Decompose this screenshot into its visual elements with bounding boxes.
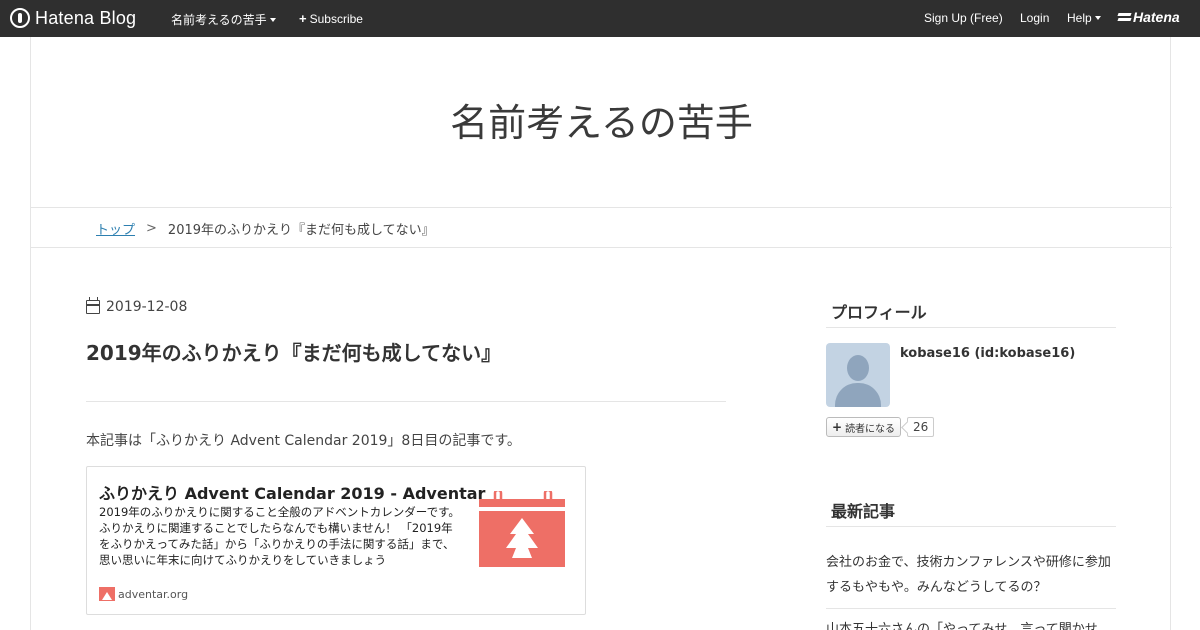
signup-link[interactable]: Sign Up (Free) [924,11,1003,25]
recent-entries-heading: 最新記事 [826,498,1116,527]
hatena-blog-logo[interactable]: Hatena Blog [10,8,136,28]
header-divider [31,207,1172,208]
entry-intro: 本記事は「ふりかえり Advent Calendar 2019」8日目の記事です… [86,433,521,449]
plus-icon: + [299,11,307,26]
login-link[interactable]: Login [1020,11,1049,25]
hatena-mark-icon [1118,12,1131,22]
blog-container: 名前考えるの苦手 トップ > 2019年のふりかえり『まだ何も成してない』 20… [30,37,1172,630]
blog-menu-label: 名前考えるの苦手 [171,13,267,27]
entry-date-text: 2019-12-08 [106,299,188,315]
entry-title[interactable]: 2019年のふりかえり『まだ何も成してない』 [86,337,501,366]
breadcrumb-separator: > [146,221,157,236]
login-label: Login [1020,11,1050,25]
help-dropdown[interactable]: Help [1067,11,1101,25]
embed-card[interactable]: ふりかえり Advent Calendar 2019 - Adventar 20… [86,466,586,615]
hatena-logo[interactable]: Hatena [1118,9,1180,25]
embed-site[interactable]: adventar.org [99,587,188,601]
chevron-down-icon [269,17,276,22]
subscribe-link[interactable]: + Subscribe [299,11,363,26]
entry-date[interactable]: 2019-12-08 [86,297,188,315]
embed-description: 2019年のふりかえりに関すること全般のアドベントカレンダーです。 ふりかえりに… [99,505,460,567]
blog-title[interactable]: 名前考えるの苦手 [31,92,1172,147]
chevron-down-icon [1094,16,1101,20]
recent-entry-link[interactable]: 山本五十六さんの「やってみせ、言って聞かせ [826,617,1116,630]
signup-label: Sign Up (Free) [924,11,1003,25]
adventar-calendar-icon [479,491,565,567]
avatar-head [847,355,869,381]
global-header: Hatena Blog 名前考えるの苦手 + Subscribe Sign Up… [0,0,1200,37]
subscriber-count: 26 [907,417,935,437]
recent-entry-divider [826,608,1116,609]
hatena-blog-logo-icon [10,8,30,28]
breadcrumb-divider [31,247,1172,248]
breadcrumb: トップ > 2019年のふりかえり『まだ何も成してない』 [96,219,435,238]
calendar-icon [86,297,100,314]
plus-icon: + [832,420,843,434]
blog-menu-dropdown[interactable]: 名前考えるの苦手 [171,11,276,28]
profile-name[interactable]: kobase16 (id:kobase16) [900,346,1075,361]
adventar-favicon-icon [99,587,115,601]
breadcrumb-current: 2019年のふりかえり『まだ何も成してない』 [167,223,435,238]
embed-site-label: adventar.org [118,587,189,601]
brand-label: Hatena Blog [35,7,137,28]
subscribe-label: Subscribe [309,11,363,26]
avatar[interactable] [826,343,890,407]
entry-divider [86,401,726,402]
profile-heading: プロフィール [826,299,1116,328]
avatar-body [835,383,881,407]
breadcrumb-top-link[interactable]: トップ [96,219,135,238]
embed-title[interactable]: ふりかえり Advent Calendar 2019 - Adventar [99,480,485,504]
help-label: Help [1067,11,1092,25]
recent-entry-link[interactable]: 会社のお金で、技術カンファレンスや研修に参加するもやもや。みんなどうしてるの？ [826,550,1116,600]
hatena-logo-text: Hatena [1133,9,1180,25]
subscribe-button[interactable]: + 読者になる [826,417,902,437]
subscribe-button-label: 読者になる [845,423,896,435]
